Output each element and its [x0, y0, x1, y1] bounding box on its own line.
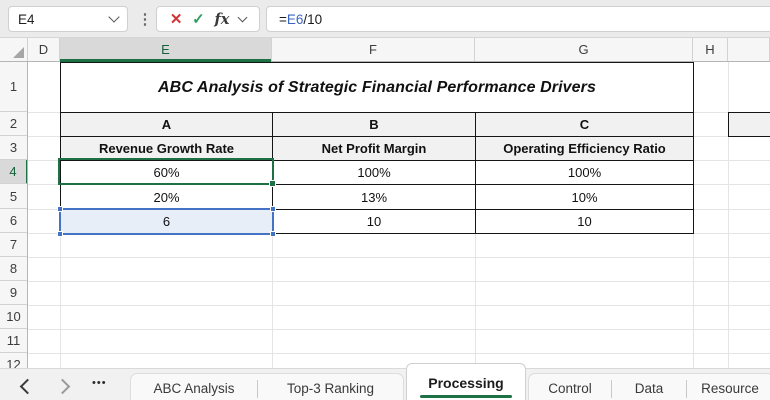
cell-g6[interactable]: 10 [475, 209, 694, 234]
cell-g5[interactable]: 10% [475, 184, 694, 210]
worksheet-grid: D E F G H 1 2 3 4 5 6 7 8 9 10 11 12 ABC… [0, 38, 770, 368]
cell-e4[interactable]: 60% [60, 160, 273, 185]
row-headers: 1 2 3 4 5 6 7 8 9 10 11 12 [0, 62, 28, 368]
formula-input[interactable]: =E6/10 [266, 6, 770, 32]
sheet-tab-control[interactable]: Control [529, 374, 611, 400]
cell-g4[interactable]: 100% [475, 160, 694, 185]
sheet-tab-abc-analysis[interactable]: ABC Analysis [131, 374, 257, 400]
cell-f6[interactable]: 10 [272, 209, 476, 234]
row-header-10[interactable]: 10 [0, 305, 27, 329]
formula-buttons: ✕ ✓ fx [156, 6, 260, 32]
column-headers: D E F G H [0, 38, 770, 62]
gridline [728, 62, 729, 368]
sheet-tab-top-3-ranking[interactable]: Top-3 Ranking [258, 374, 403, 400]
gridline [28, 305, 770, 306]
fill-handle[interactable] [269, 180, 276, 187]
all-sheets-icon[interactable]: ••• [92, 377, 107, 389]
row-header-4[interactable]: 4 [0, 160, 27, 184]
name-box-value: E4 [18, 11, 35, 27]
function-dropdown-icon[interactable] [237, 12, 248, 22]
cell-f4[interactable]: 100% [272, 160, 476, 185]
cell-f5[interactable]: 13% [272, 184, 476, 210]
row-header-5[interactable]: 5 [0, 184, 27, 209]
sheet-tab-processing[interactable]: Processing [406, 363, 526, 400]
gridline [28, 281, 770, 282]
row-header-9[interactable]: 9 [0, 281, 27, 305]
active-tab-underline [420, 395, 512, 398]
formula-bar-options-icon[interactable]: ⋮ [136, 0, 154, 38]
formula-text: =E6/10 [279, 11, 323, 27]
sheet-tab-group-left: ABC Analysis Top-3 Ranking [130, 373, 404, 400]
row-header-3[interactable]: 3 [0, 136, 27, 160]
row-header-2[interactable]: 2 [0, 112, 27, 136]
gridline [28, 329, 770, 330]
cancel-button[interactable]: ✕ [170, 10, 183, 28]
next-sheet-icon[interactable] [54, 378, 71, 395]
row-header-11[interactable]: 11 [0, 329, 27, 353]
sheet-tab-bar: ••• ABC Analysis Top-3 Ranking Processin… [0, 363, 770, 400]
row-header-6[interactable]: 6 [0, 209, 27, 233]
column-header-e[interactable]: E [60, 38, 272, 62]
reference-handle[interactable] [270, 231, 276, 237]
enter-button[interactable]: ✓ [192, 10, 205, 28]
column-header-h[interactable]: H [693, 38, 728, 61]
sheet-tab-resource[interactable]: Resource [687, 374, 770, 400]
name-box-dropdown-icon[interactable] [108, 11, 120, 23]
reference-handle[interactable] [57, 206, 63, 212]
column-header-partial[interactable] [728, 38, 770, 61]
row-header-12[interactable]: 12 [0, 353, 27, 368]
header-cell-b[interactable]: B [272, 112, 476, 137]
select-all-button[interactable] [0, 38, 28, 61]
row-header-8[interactable]: 8 [0, 257, 27, 281]
sheet-tab-data[interactable]: Data [612, 374, 686, 400]
select-all-icon [13, 47, 24, 58]
reference-handle[interactable] [57, 231, 63, 237]
header-cell-c[interactable]: C [475, 112, 694, 137]
column-header-d[interactable]: D [28, 38, 60, 61]
column-header-f[interactable]: F [272, 38, 475, 61]
gridline [28, 257, 770, 258]
reference-handle[interactable] [270, 206, 276, 212]
prev-sheet-icon[interactable] [19, 378, 36, 395]
row-header-7[interactable]: 7 [0, 233, 27, 257]
table-title-cell[interactable]: ABC Analysis of Strategic Financial Perf… [60, 62, 694, 113]
excel-window: E4 ⋮ ✕ ✓ fx =E6/10 D E F G H 1 2 3 4 5 6… [0, 0, 770, 400]
header-cell-net-profit-margin[interactable]: Net Profit Margin [272, 136, 476, 161]
sheet-tab-group-right: Control Data Resource [528, 373, 770, 400]
formula-cell-reference: E6 [286, 11, 304, 27]
gridline [28, 353, 770, 354]
header-cell-a[interactable]: A [60, 112, 273, 137]
cell-e5[interactable]: 20% [60, 184, 273, 210]
name-box[interactable]: E4 [8, 6, 128, 32]
header-cell-revenue-growth-rate[interactable]: Revenue Growth Rate [60, 136, 273, 161]
insert-function-button[interactable]: fx [214, 11, 229, 28]
header-cell-operating-efficiency-ratio[interactable]: Operating Efficiency Ratio [475, 136, 694, 161]
row-header-1[interactable]: 1 [0, 62, 27, 112]
column-header-g[interactable]: G [475, 38, 693, 61]
cell-e6[interactable]: 6 [60, 209, 273, 234]
header-cell-partial[interactable] [728, 112, 770, 137]
formula-bar: E4 ⋮ ✕ ✓ fx =E6/10 [0, 0, 770, 38]
